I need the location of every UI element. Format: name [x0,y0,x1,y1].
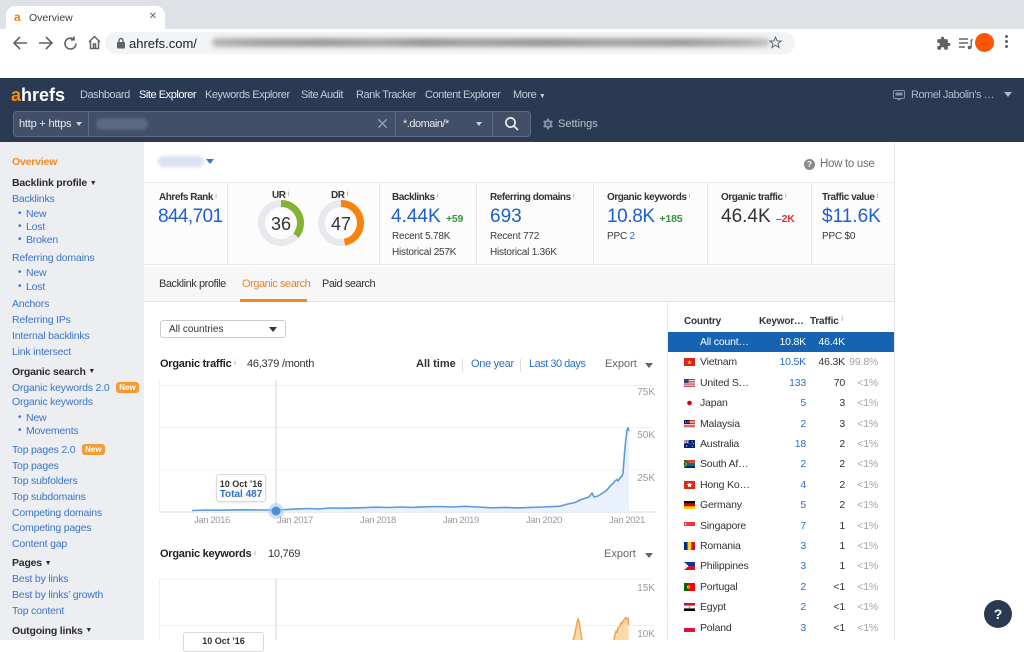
svg-text:47: 47 [331,214,351,234]
svg-text:36: 36 [271,214,291,234]
